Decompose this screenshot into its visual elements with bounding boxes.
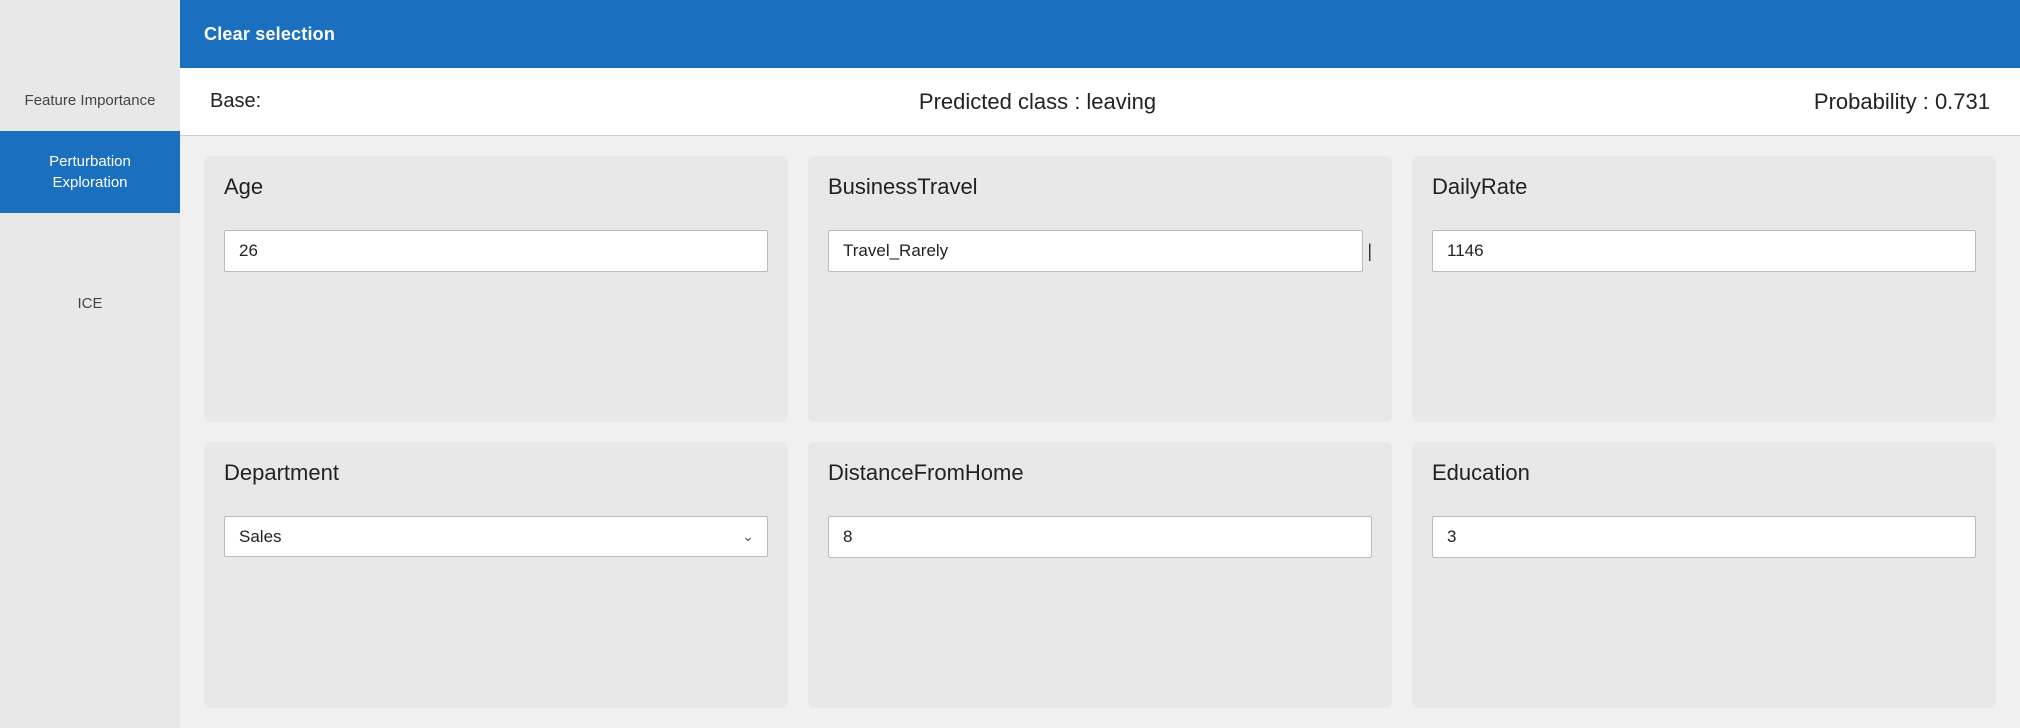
probability-label: Probability : 0.731 bbox=[1814, 89, 1990, 115]
info-bar: Base: Predicted class : leaving Probabil… bbox=[180, 68, 2020, 136]
top-bar: Clear selection bbox=[180, 0, 2020, 68]
age-card-title: Age bbox=[224, 174, 768, 200]
sidebar-item-feature-importance[interactable]: Feature Importance bbox=[0, 70, 180, 131]
department-select-wrapper: Sales Research & Development Human Resou… bbox=[224, 516, 768, 557]
daily-rate-card-title: DailyRate bbox=[1432, 174, 1976, 200]
age-input-wrapper bbox=[224, 230, 768, 272]
business-travel-card-title: BusinessTravel bbox=[828, 174, 1372, 200]
education-input[interactable] bbox=[1432, 516, 1976, 558]
sidebar-item-ice-label: ICE bbox=[77, 295, 102, 312]
business-travel-input[interactable] bbox=[828, 230, 1363, 272]
daily-rate-input[interactable] bbox=[1432, 230, 1976, 272]
business-travel-card: BusinessTravel | bbox=[808, 156, 1392, 422]
education-input-wrapper bbox=[1432, 516, 1976, 558]
sidebar-item-perturbation-exploration[interactable]: PerturbationExploration bbox=[0, 131, 180, 213]
sidebar-item-feature-importance-label: Feature Importance bbox=[25, 92, 156, 109]
clear-selection-button[interactable]: Clear selection bbox=[204, 24, 335, 45]
sidebar-item-ice[interactable]: ICE bbox=[0, 273, 180, 334]
daily-rate-card: DailyRate bbox=[1412, 156, 1996, 422]
sidebar: Feature Importance PerturbationExplorati… bbox=[0, 0, 180, 728]
business-travel-input-wrapper: | bbox=[828, 230, 1372, 272]
distance-from-home-card: DistanceFromHome bbox=[808, 442, 1392, 708]
education-card-title: Education bbox=[1432, 460, 1976, 486]
sidebar-item-perturbation-exploration-label: PerturbationExploration bbox=[49, 153, 131, 191]
age-input[interactable] bbox=[224, 230, 768, 272]
text-cursor-icon: | bbox=[1367, 241, 1372, 262]
daily-rate-input-wrapper bbox=[1432, 230, 1976, 272]
education-card: Education bbox=[1412, 442, 1996, 708]
predicted-class-label: Predicted class : leaving bbox=[321, 89, 1754, 115]
distance-from-home-card-title: DistanceFromHome bbox=[828, 460, 1372, 486]
department-card-title: Department bbox=[224, 460, 768, 486]
distance-from-home-input[interactable] bbox=[828, 516, 1372, 558]
department-card: Department Sales Research & Development … bbox=[204, 442, 788, 708]
cards-area: Age BusinessTravel | DailyRate Departmen… bbox=[180, 136, 2020, 728]
department-select[interactable]: Sales Research & Development Human Resou… bbox=[224, 516, 768, 557]
base-label: Base: bbox=[210, 90, 261, 113]
age-card: Age bbox=[204, 156, 788, 422]
main-content: Clear selection Base: Predicted class : … bbox=[180, 0, 2020, 728]
distance-from-home-input-wrapper bbox=[828, 516, 1372, 558]
